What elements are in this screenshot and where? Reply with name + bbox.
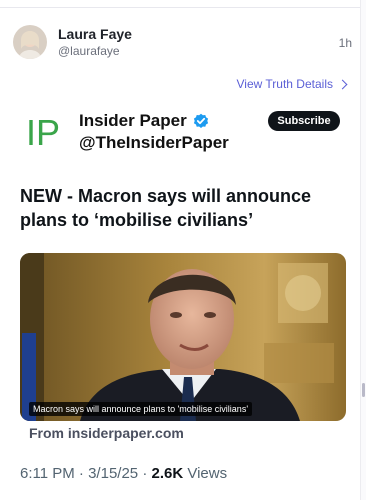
meta-separator: ·	[142, 465, 148, 482]
meta-separator: ·	[78, 465, 84, 482]
avatar[interactable]	[13, 25, 47, 59]
post-timestamp: 1h	[338, 36, 352, 50]
views-label: Views	[187, 465, 228, 482]
views-count: 2.6K	[151, 465, 184, 482]
view-details-label: View Truth Details	[236, 77, 334, 91]
source-name-text: Insider Paper	[79, 111, 187, 130]
scrollbar-track[interactable]	[360, 0, 366, 500]
source-handle[interactable]: @TheInsiderPaper	[79, 133, 229, 153]
logo-text: IP	[26, 112, 60, 152]
source-name[interactable]: Insider Paper	[79, 111, 209, 131]
author-handle[interactable]: @laurafaye	[58, 44, 120, 58]
verified-badge-icon	[193, 113, 209, 129]
post-meta: 6:11 PM · 3/15/25 · 2.6K Views	[20, 465, 227, 482]
link-source[interactable]: From insiderpaper.com	[29, 425, 184, 441]
scrollbar-thumb[interactable]	[362, 383, 365, 397]
source-logo[interactable]: IP	[24, 110, 66, 153]
chevron-right-icon	[337, 79, 348, 90]
top-divider	[0, 0, 366, 8]
author-name[interactable]: Laura Faye	[58, 26, 132, 42]
image-caption: Macron says will announce plans to 'mobi…	[29, 402, 253, 416]
news-image[interactable]: Macron says will announce plans to 'mobi…	[20, 253, 346, 421]
post-headline: NEW - Macron says will announce plans to…	[20, 186, 312, 230]
view-truth-details-link[interactable]: View Truth Details	[236, 77, 348, 91]
post-time: 6:11 PM	[20, 465, 75, 482]
subscribe-button[interactable]: Subscribe	[268, 111, 340, 131]
post-date: 3/15/25	[88, 465, 139, 482]
